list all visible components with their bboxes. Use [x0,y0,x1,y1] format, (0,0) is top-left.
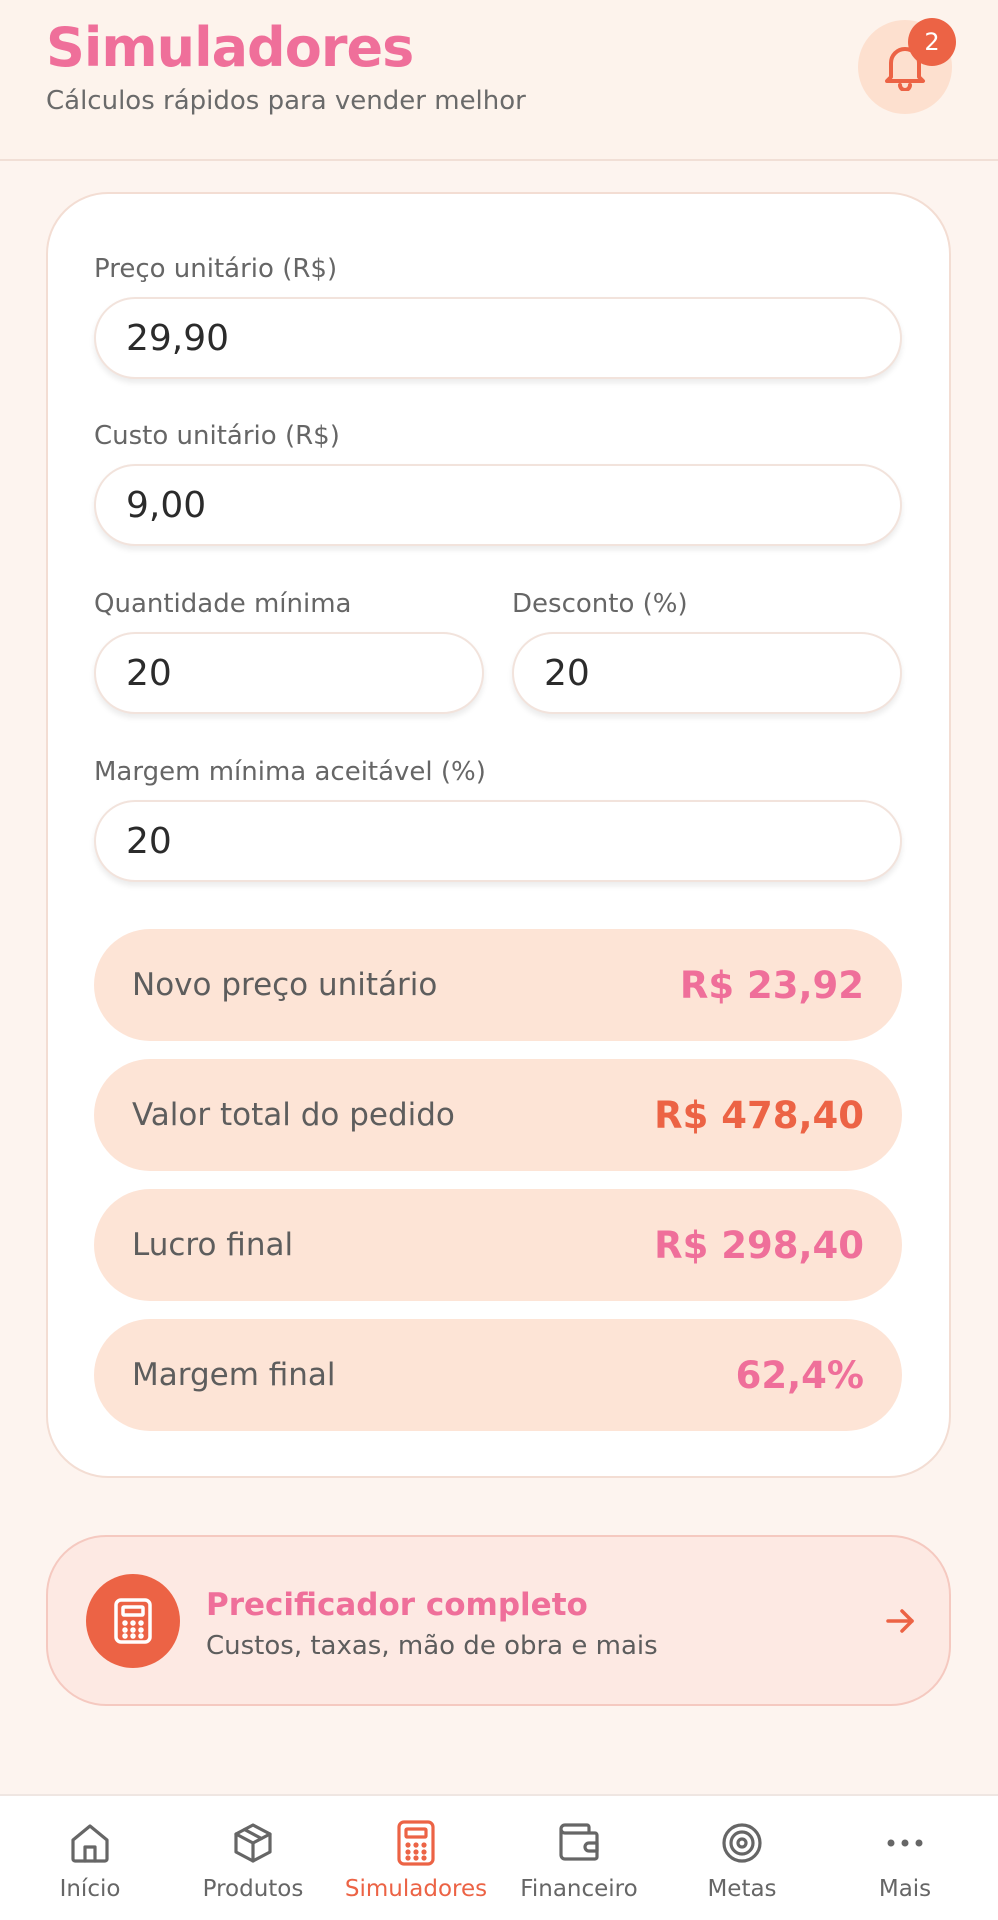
nav-label: Início [59,1876,121,1902]
calculator-icon [397,1820,435,1866]
unit-price-input[interactable]: 29,90 [94,297,902,379]
result-value: 62,4% [735,1353,864,1397]
result-label: Valor total do pedido [132,1097,455,1133]
notification-badge: 2 [908,18,956,66]
result-value: R$ 478,40 [654,1093,864,1137]
discount-label: Desconto (%) [512,589,688,619]
page-subtitle: Cálculos rápidos para vender melhor [46,86,526,116]
result-label: Novo preço unitário [132,967,438,1003]
nav-label: Produtos [202,1876,304,1902]
unit-price-label: Preço unitário (R$) [94,254,338,284]
min-quantity-input[interactable]: 20 [94,632,484,714]
discount-input[interactable]: 20 [512,632,902,714]
result-order-total: Valor total do pedido R$ 478,40 [94,1059,902,1171]
full-pricer-card[interactable]: Precificador completo Custos, taxas, mão… [46,1535,951,1706]
promo-subtitle: Custos, taxas, mão de obra e mais [206,1631,658,1661]
min-margin-label: Margem mínima aceitável (%) [94,757,486,787]
nav-item-financeiro[interactable]: Financeiro [499,1796,659,1920]
result-label: Lucro final [132,1227,294,1263]
box-icon [234,1823,272,1863]
calculator-icon [86,1574,180,1668]
target-icon [722,1823,762,1863]
unit-cost-input[interactable]: 9,00 [94,464,902,546]
nav-label: Mais [878,1876,932,1902]
result-final-margin: Margem final 62,4% [94,1319,902,1431]
nav-item-metas[interactable]: Metas [662,1796,822,1920]
result-value: R$ 298,40 [654,1223,864,1267]
unit-cost-label: Custo unitário (R$) [94,421,340,451]
min-quantity-label: Quantidade mínima [94,589,352,619]
nav-item-simuladores[interactable]: Simuladores [336,1796,496,1920]
home-icon [71,1824,109,1863]
nav-item-inicio[interactable]: Início [10,1796,170,1920]
result-label: Margem final [132,1357,336,1393]
wallet-icon [559,1823,599,1861]
app-header: Simuladores Cálculos rápidos para vender… [0,0,998,161]
nav-item-mais[interactable]: Mais [825,1796,985,1920]
nav-label: Financeiro [520,1876,638,1902]
promo-title: Precificador completo [206,1587,588,1623]
nav-item-produtos[interactable]: Produtos [173,1796,333,1920]
bottom-navigation: Início Produtos Simuladores Financeiro M… [0,1794,998,1920]
result-final-profit: Lucro final R$ 298,40 [94,1189,902,1301]
result-new-unit-price: Novo preço unitário R$ 23,92 [94,929,902,1041]
nav-label: Simuladores [344,1876,488,1902]
arrow-right-icon [886,1609,914,1633]
more-icon [887,1839,923,1847]
result-value: R$ 23,92 [679,963,864,1007]
nav-label: Metas [707,1876,777,1902]
page-title: Simuladores [46,16,414,79]
min-margin-input[interactable]: 20 [94,800,902,882]
